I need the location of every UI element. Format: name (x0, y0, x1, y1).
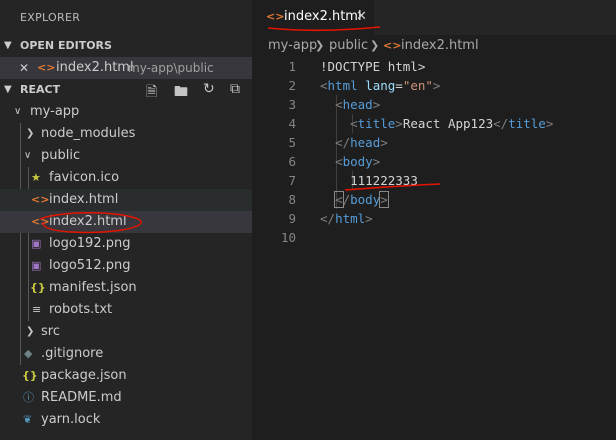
tree-label: package.json (41, 368, 127, 383)
open-editor-item[interactable]: ✕ <> index2.html my-app\public (0, 57, 252, 79)
line-number: 2 (288, 78, 296, 93)
open-editors-label: OPEN EDITORS (20, 39, 112, 52)
image-icon: ▣ (31, 237, 42, 250)
open-editor-path: my-app\public (128, 61, 214, 75)
tree-file-logo512[interactable]: ▣ logo512.png (0, 255, 252, 277)
html-icon: <> (266, 10, 285, 23)
tree-label: node_modules (41, 126, 136, 141)
tree-file-yarn-lock[interactable]: ❦ yarn.lock (0, 409, 252, 431)
chevron-right-icon: ❯ (315, 39, 325, 52)
info-icon: ⓘ (23, 391, 34, 404)
tree-label: my-app (30, 104, 80, 119)
tree-file-robots[interactable]: ≡ robots.txt (0, 299, 252, 321)
html-icon: <> (31, 215, 50, 228)
yarn-icon: ❦ (23, 413, 33, 426)
tree-file-favicon[interactable]: ★ favicon.ico (0, 167, 252, 189)
code-line: </body> (334, 191, 389, 208)
tree-label: logo192.png (49, 236, 131, 251)
code-line: </html> (320, 211, 373, 226)
tree-file-gitignore[interactable]: ◆ .gitignore (0, 343, 252, 365)
line-number: 10 (280, 230, 296, 245)
line-number: 3 (288, 97, 296, 112)
json-icon: {} (30, 281, 46, 294)
breadcrumb: my-app ❯ public ❯ <> index2.html (252, 35, 616, 57)
line-number: 5 (288, 135, 296, 150)
workspace-label: REACT (20, 83, 61, 96)
html-icon: <> (37, 61, 56, 74)
chevron-right-icon: ❯ (26, 128, 35, 139)
tree-label: README.md (41, 390, 122, 405)
line-number: 9 (288, 211, 296, 226)
tree-label: robots.txt (49, 302, 113, 317)
image-icon: ▣ (31, 259, 42, 272)
breadcrumb-item[interactable]: my-app (268, 35, 317, 57)
code-editor[interactable]: 1 2 3 4 5 6 7 8 9 10 !DOCTYPE html> <htm… (252, 57, 616, 440)
tree-file-package-json[interactable]: {} package.json (0, 365, 252, 387)
tab-index2-html[interactable]: <> index2.html ✕ (252, 0, 374, 35)
code-line: <title>React App123</title> (350, 116, 554, 131)
html-icon: <> (31, 193, 50, 206)
tree-label: public (41, 148, 81, 163)
html-icon: <> (383, 39, 402, 52)
git-icon: ◆ (24, 347, 33, 360)
tree-label: index.html (49, 192, 119, 207)
refresh-icon[interactable]: ↻ (203, 81, 215, 97)
code-line: <body> (335, 154, 381, 169)
open-editor-name: index2.html (56, 60, 134, 75)
tree-label: manifest.json (49, 280, 137, 295)
explorer-title: EXPLORER (20, 11, 81, 24)
explorer-sidebar: EXPLORER ▼ OPEN EDITORS ✕ <> index2.html… (0, 0, 252, 440)
line-number: 6 (288, 154, 296, 169)
tab-label: index2.html (284, 9, 362, 24)
tree-file-logo192[interactable]: ▣ logo192.png (0, 233, 252, 255)
code-line: <head> (335, 97, 381, 112)
breadcrumb-item[interactable]: index2.html (401, 35, 479, 57)
tree-label: favicon.ico (49, 170, 120, 185)
tab-bar: <> index2.html ✕ (252, 0, 616, 35)
tree-file-manifest[interactable]: {} manifest.json (0, 277, 252, 299)
tree-folder-src[interactable]: ❯ src (0, 321, 252, 343)
chevron-down-icon: ▼ (4, 40, 12, 51)
close-icon[interactable]: ✕ (19, 57, 29, 79)
tree-file-index-html[interactable]: <> index.html (0, 189, 252, 211)
tree-label: .gitignore (41, 346, 104, 361)
open-editors-header[interactable]: ▼ OPEN EDITORS (0, 35, 252, 57)
breadcrumb-item[interactable]: public (329, 35, 368, 57)
tree-folder-my-app[interactable]: ∨ my-app (0, 101, 252, 123)
tree-label: yarn.lock (41, 412, 101, 427)
chevron-down-icon: ∨ (24, 150, 32, 161)
line-number: 1 (288, 59, 296, 74)
chevron-right-icon: ❯ (370, 39, 380, 52)
code-line: <html lang="en"> (320, 78, 441, 93)
line-number: 4 (288, 116, 296, 131)
line-number: 7 (288, 173, 296, 188)
line-number: 8 (288, 192, 296, 207)
close-icon[interactable]: ✕ (356, 9, 367, 24)
tree-file-readme[interactable]: ⓘ README.md (0, 387, 252, 409)
collapse-all-icon[interactable]: ⧉ (230, 81, 240, 97)
code-line: 111222333 (350, 173, 418, 188)
code-line: !DOCTYPE html> (320, 59, 426, 74)
tree-folder-public[interactable]: ∨ public (0, 145, 252, 167)
tree-label: src (41, 324, 60, 339)
tree-file-index2-html[interactable]: <> index2.html (0, 211, 252, 233)
tree-label: index2.html (49, 214, 127, 229)
json-icon: {} (22, 369, 38, 382)
chevron-down-icon: ∨ (14, 106, 22, 117)
chevron-down-icon: ▼ (4, 84, 12, 95)
tree-folder-node-modules[interactable]: ❯ node_modules (0, 123, 252, 145)
text-icon: ≡ (32, 303, 42, 316)
chevron-right-icon: ❯ (26, 326, 35, 337)
star-icon: ★ (31, 171, 41, 184)
tree-label: logo512.png (49, 258, 131, 273)
code-line: </head> (335, 135, 388, 150)
